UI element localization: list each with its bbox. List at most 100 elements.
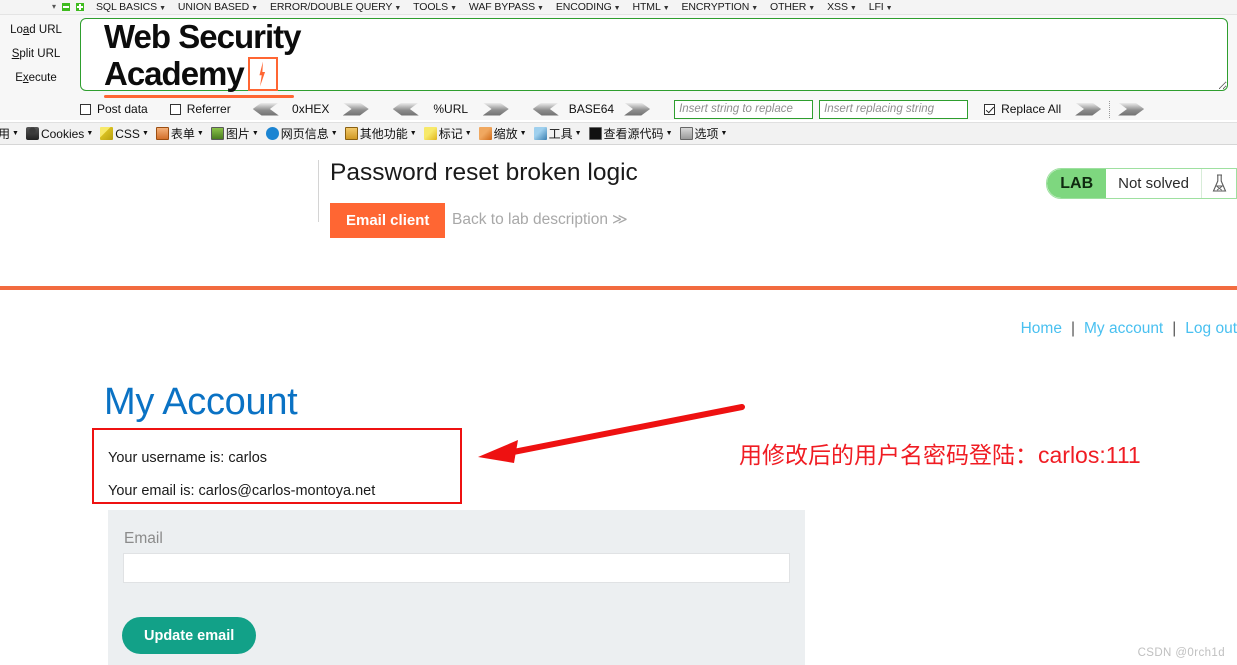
hackbar-side-buttons: Load URL Split URL Execute: [0, 18, 72, 90]
wd-item-disable[interactable]: 禁用▼: [0, 125, 19, 142]
wd-item-cookies[interactable]: Cookies ▼: [25, 127, 94, 141]
wd-item-view-source[interactable]: 查看源代码 ▼: [588, 125, 673, 142]
image-icon: [210, 127, 224, 140]
menu-union-based[interactable]: UNION BASED ▼: [172, 1, 264, 13]
menu-xss[interactable]: XSS ▼: [821, 1, 863, 13]
logo-line-1: Web Security: [104, 18, 301, 55]
hackbar-menubar: ▾ SQL BASICS ▼ UNION BASED ▼ ERROR/DOUBLE …: [0, 0, 1237, 15]
referrer-label: Referrer: [186, 102, 231, 116]
info-icon: [265, 127, 279, 140]
replace-all-checkbox[interactable]: Replace All: [984, 102, 1061, 116]
menu-label: ERROR/DOUBLE QUERY: [270, 1, 393, 13]
wd-item-forms[interactable]: 表单 ▼: [155, 125, 204, 142]
chevron-down-icon[interactable]: ▾: [52, 3, 56, 11]
minus-icon[interactable]: [62, 3, 71, 11]
menu-encoding[interactable]: ENCODING ▼: [550, 1, 627, 13]
menu-label: LFI: [868, 1, 884, 13]
wsa-logo[interactable]: Web Security Academy: [104, 18, 309, 98]
encode-arrow-icon[interactable]: [482, 102, 509, 116]
update-email-button[interactable]: Update email: [122, 617, 257, 654]
caret-icon: ▼: [86, 130, 94, 137]
account-heading: My Account: [104, 381, 298, 423]
hackbar-options-row: Post data Referrer 0xHEX %URL BASE64 Ins…: [0, 97, 1237, 121]
source-icon: [588, 127, 602, 140]
split-url-button[interactable]: Split URL: [0, 42, 72, 66]
caret-icon: ▼: [251, 5, 259, 12]
header-orange-rule: [0, 286, 1237, 290]
execute-button[interactable]: Execute: [0, 66, 72, 90]
caret-icon: ▼: [141, 130, 149, 137]
decode-arrow-icon[interactable]: [252, 102, 279, 116]
checkbox-icon: [169, 103, 181, 115]
menu-label: TOOLS: [413, 1, 449, 13]
menu-encryption[interactable]: ENCRYPTION ▼: [676, 1, 765, 13]
menu-other[interactable]: OTHER ▼: [764, 1, 821, 13]
email-client-button[interactable]: Email client: [330, 203, 446, 238]
replace-from-input[interactable]: Insert string to replace: [674, 99, 814, 119]
nav-home-link[interactable]: Home: [1021, 320, 1062, 338]
menu-sql-basics[interactable]: SQL BASICS ▼: [90, 1, 172, 13]
flask-glyph: [1212, 174, 1227, 193]
decode-arrow-icon[interactable]: [392, 102, 419, 116]
lab-tag: LAB: [1047, 169, 1107, 198]
caret-icon: ▼: [159, 5, 166, 12]
wd-item-images[interactable]: 图片 ▼: [210, 125, 259, 142]
menu-lfi[interactable]: LFI ▼: [863, 1, 899, 13]
load-url-button[interactable]: Load URL: [0, 18, 72, 42]
wd-label: 图片: [225, 127, 250, 141]
caret-icon: ▼: [574, 130, 582, 137]
caret-icon: ▼: [409, 130, 417, 137]
caret-icon: ▼: [450, 5, 457, 12]
encode-arrow-icon[interactable]: [342, 102, 369, 116]
logo-line-2: Academy: [104, 55, 245, 92]
watermark: CSDN @0rch1d: [1137, 647, 1225, 659]
wd-item-options[interactable]: 选项 ▼: [679, 125, 727, 142]
lab-status-widget[interactable]: LAB Not solved: [1046, 168, 1237, 199]
flask-icon: [1202, 169, 1236, 198]
divider: [1109, 100, 1111, 118]
wd-label: 禁用: [0, 125, 10, 142]
marker-icon: [423, 127, 437, 140]
wd-item-resize[interactable]: 缩放 ▼: [478, 125, 527, 142]
plus-icon[interactable]: [76, 3, 85, 11]
wd-item-tools[interactable]: 工具 ▼: [533, 125, 582, 142]
wd-item-outline[interactable]: 标记 ▼: [423, 125, 472, 142]
encode-arrow-icon[interactable]: [624, 102, 651, 116]
menu-html[interactable]: HTML ▼: [627, 1, 676, 13]
replace-to-input[interactable]: Insert replacing string: [819, 99, 969, 119]
caret-icon: ▼: [808, 5, 816, 12]
wd-label: 选项: [694, 127, 719, 141]
codec-label: 0xHEX: [292, 102, 330, 116]
replace-apply-arrow-icon[interactable]: [1075, 102, 1102, 116]
menu-label: WAF BYPASS: [468, 1, 536, 13]
post-data-checkbox[interactable]: Post data: [80, 102, 148, 116]
wd-item-page-info[interactable]: 网页信息 ▼: [265, 125, 338, 142]
username-text: Your username is: carlos: [108, 450, 268, 466]
caret-icon: ▼: [251, 130, 259, 137]
back-to-lab-description-link[interactable]: Back to lab description ≫: [452, 210, 628, 229]
replace-all-arrow-icon[interactable]: [1118, 102, 1145, 116]
referrer-checkbox[interactable]: Referrer: [169, 102, 231, 116]
nav-separator: |: [1070, 320, 1075, 337]
menu-tools[interactable]: TOOLS ▼: [407, 1, 463, 13]
menu-label: SQL BASICS: [96, 1, 158, 13]
menu-error-double-query[interactable]: ERROR/DOUBLE QUERY ▼: [264, 1, 407, 13]
wd-label: 表单: [170, 127, 195, 141]
codec-hex: 0xHEX: [252, 102, 369, 116]
post-data-label: Post data: [97, 102, 148, 116]
nav-my-account-link[interactable]: My account: [1084, 320, 1163, 338]
menu-label: UNION BASED: [177, 1, 250, 13]
email-input[interactable]: [123, 553, 790, 583]
wd-item-css[interactable]: CSS ▼: [100, 127, 149, 141]
wd-label: CSS: [115, 126, 140, 141]
email-field-label: Email: [124, 530, 163, 547]
menu-waf-bypass[interactable]: WAF BYPASS ▼: [463, 1, 550, 13]
menu-label: ENCODING: [555, 1, 612, 13]
nav-log-out-link[interactable]: Log out: [1185, 320, 1237, 338]
caret-icon: ▼: [537, 5, 544, 12]
email-text: Your email is: carlos@carlos-montoya.net: [108, 483, 376, 499]
wd-item-misc[interactable]: 其他功能 ▼: [344, 125, 417, 142]
codec-label: BASE64: [568, 102, 615, 116]
decode-arrow-icon[interactable]: [532, 102, 559, 116]
caret-icon: ▼: [464, 130, 472, 137]
